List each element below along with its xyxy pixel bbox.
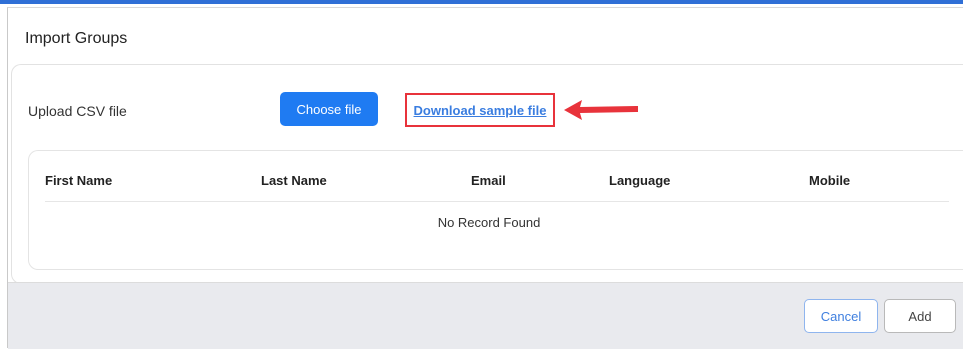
column-header-mobile: Mobile	[809, 173, 851, 188]
import-groups-modal: Import Groups Upload CSV file Choose fil…	[7, 7, 963, 349]
empty-table-message: No Record Found	[437, 215, 541, 230]
records-table: First Name Last Name Email Language Mobi…	[28, 150, 963, 270]
choose-file-button[interactable]: Choose file	[280, 92, 378, 126]
page: Import Groups Upload CSV file Choose fil…	[0, 0, 963, 349]
add-button[interactable]: Add	[884, 299, 956, 333]
upload-csv-label: Upload CSV file	[28, 103, 127, 119]
left-arrow-icon	[564, 100, 638, 120]
modal-footer: Cancel Add	[8, 282, 963, 349]
cancel-button[interactable]: Cancel	[804, 299, 878, 333]
column-header-language: Language	[609, 173, 671, 188]
download-sample-file-link[interactable]: Download sample file	[405, 93, 555, 127]
modal-body: Upload CSV file Choose file Download sam…	[11, 64, 963, 284]
column-header-last-name: Last Name	[261, 173, 327, 188]
header-divider	[45, 201, 949, 202]
column-header-first-name: First Name	[45, 173, 113, 188]
modal-title: Import Groups	[25, 30, 128, 47]
background-page-accent-line	[0, 0, 963, 4]
column-header-email: Email	[471, 173, 506, 188]
